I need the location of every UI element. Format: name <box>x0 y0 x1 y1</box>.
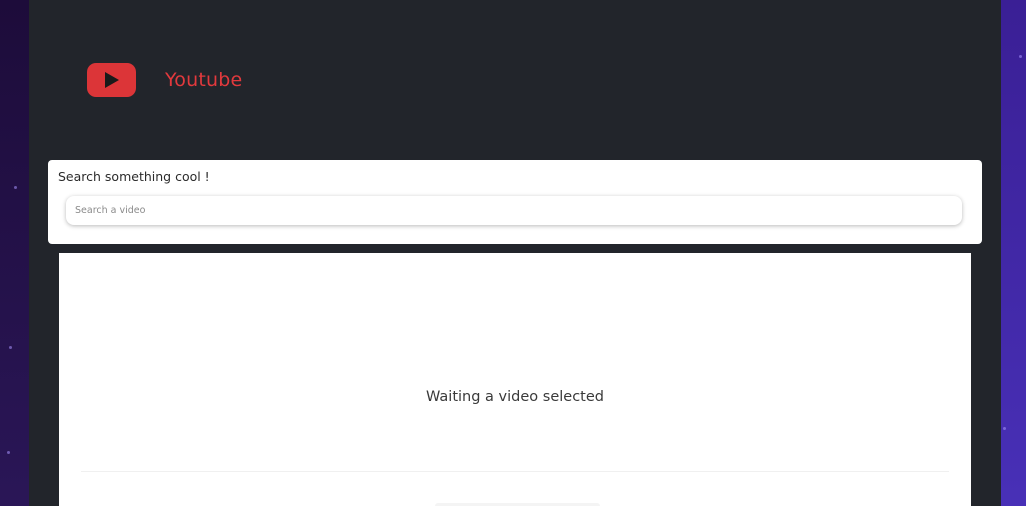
background-right-edge <box>1001 0 1026 506</box>
play-icon <box>104 72 119 88</box>
app-container: Youtube Search something cool ! Waiting … <box>29 0 1001 506</box>
app-header: Youtube <box>87 62 242 98</box>
search-label: Search something cool ! <box>58 169 210 184</box>
background-star <box>7 451 10 454</box>
background-star <box>14 186 17 189</box>
video-player-card: Waiting a video selected <box>59 253 971 506</box>
player-status-text: Waiting a video selected <box>426 389 604 405</box>
background-left-edge <box>0 0 29 506</box>
background-star <box>9 346 12 349</box>
background-star <box>1003 427 1006 430</box>
search-input[interactable] <box>66 196 962 225</box>
youtube-logo <box>87 63 136 97</box>
divider <box>81 471 949 472</box>
background-star <box>1019 55 1022 58</box>
search-card: Search something cool ! <box>48 160 982 244</box>
brand-name: Youtube <box>165 69 243 91</box>
